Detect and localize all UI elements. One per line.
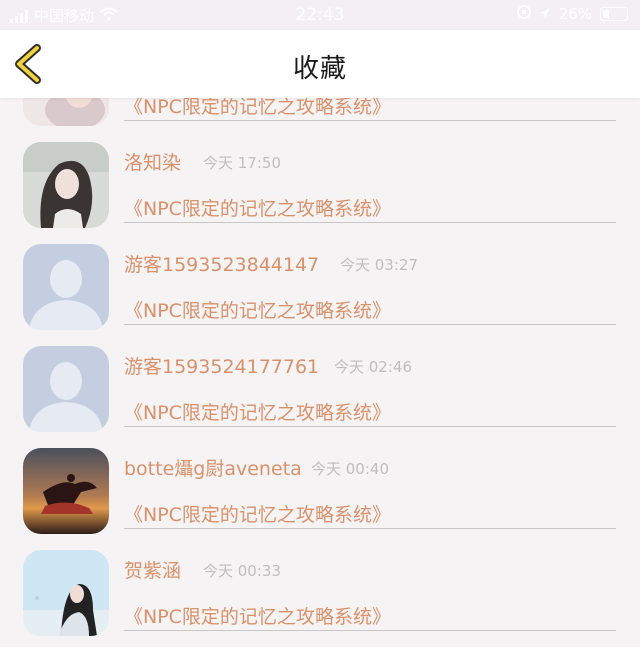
status-right-group: 26% [516, 5, 628, 23]
favorite-time: 今天 00:33 [203, 562, 281, 580]
favorite-time: 今天 17:50 [203, 154, 281, 172]
nav-bar: 收藏 [0, 30, 640, 98]
user-name: 游客1593523844147 [124, 254, 320, 276]
favorite-time: 今天 00:40 [311, 460, 389, 478]
user-name: 贺紫涵 [124, 560, 182, 582]
list-item[interactable]: 洛知染 今天 17:50 《NPC限定的记忆之攻略系统》 [0, 102, 640, 228]
favorite-time: 今天 02:46 [334, 358, 412, 376]
list-item[interactable]: botte㸎g㷉aveneta 今天 00:40 《NPC限定的记忆之攻略系统》 [0, 408, 640, 534]
user-name: botte㸎g㷉aveneta [124, 458, 302, 480]
list-item[interactable]: 游客1593523844147 今天 03:27 《NPC限定的记忆之攻略系统》 [0, 204, 640, 330]
location-icon [539, 5, 551, 23]
user-name: 游客1593524177761 [124, 356, 320, 378]
battery-icon [600, 7, 628, 21]
lock-rotation-icon [516, 5, 531, 23]
favorite-time: 今天 03:27 [340, 256, 418, 274]
novel-title-link[interactable]: 《NPC限定的记忆之攻略系统》 [124, 602, 616, 631]
list-item[interactable]: 贺紫涵 今天 00:33 《NPC限定的记忆之攻略系统》 [0, 510, 640, 636]
battery-percent: 26% [558, 5, 592, 23]
status-bar: 中国移动 22:43 26% [0, 0, 640, 30]
avatar[interactable] [23, 550, 109, 636]
list-item[interactable]: 游客1593524177761 今天 02:46 《NPC限定的记忆之攻略系统》 [0, 306, 640, 432]
page-title: 收藏 [292, 54, 347, 84]
user-name: 洛知染 [124, 152, 182, 174]
